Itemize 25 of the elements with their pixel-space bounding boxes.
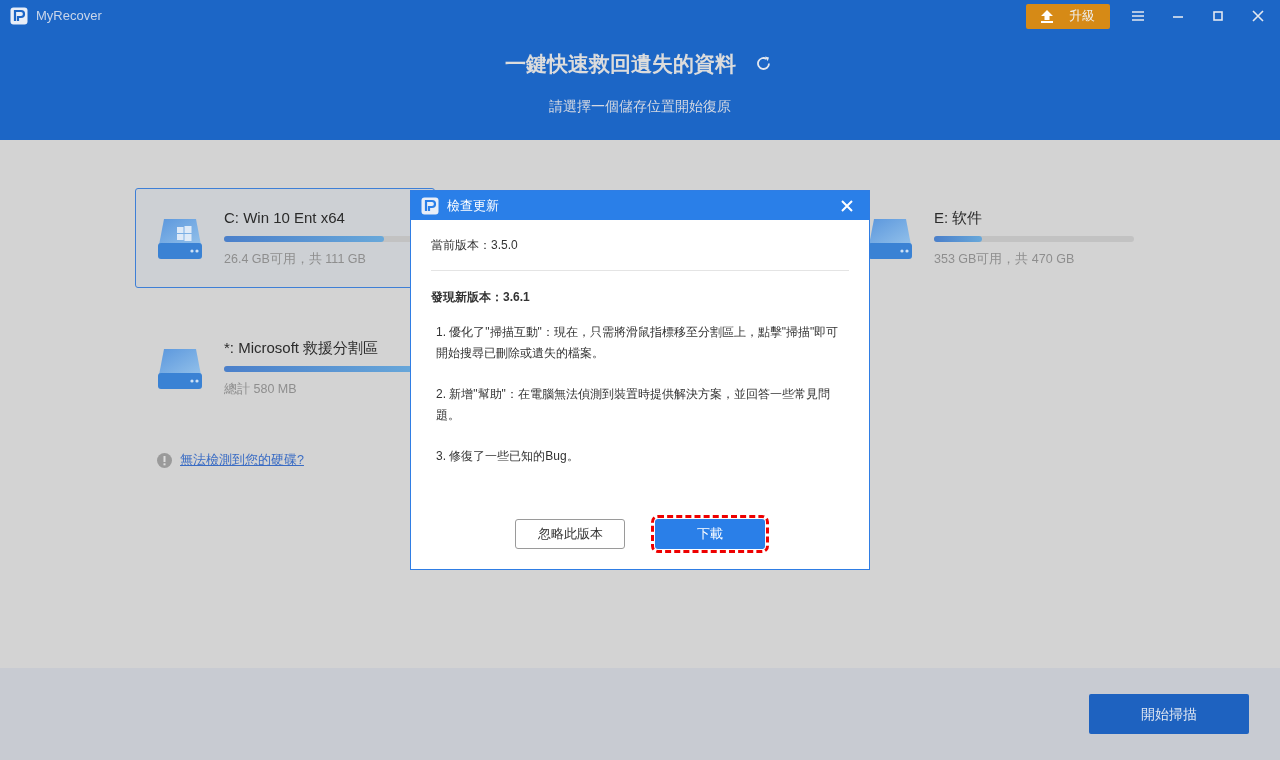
help-link[interactable]: 無法檢測到您的硬碟? [180, 451, 304, 470]
release-note: 1. 優化了"掃描互動"：現在，只需將滑鼠指標移至分割區上，點擊"掃描"即可開始搜尋已刪除或遺失的檔案。 [436, 324, 840, 362]
release-note: 3. 修復了一些已知的Bug。 [436, 448, 580, 465]
release-note: 2. 新增"幫助"：在電腦無法偵測到裝置時提供解決方案，並回答一些常見問題。 [436, 386, 831, 424]
drive-card[interactable]: E: 软件 353 GB可用，共 470 GB [845, 188, 1145, 288]
header-title: 一鍵快速救回遺失的資料 [504, 51, 736, 77]
drive-name: *: Microsoft 救援分割區 [224, 338, 380, 359]
drive-name: E: 软件 [934, 208, 984, 229]
info-icon [157, 452, 172, 468]
new-version: 發現新版本：3.6.1 [431, 289, 531, 306]
drive-info: 26.4 GB可用，共 111 GB [224, 250, 367, 268]
app-logo-icon [421, 196, 439, 215]
hard-drive-icon [868, 217, 912, 259]
app-title: MyRecover [36, 7, 102, 26]
drive-info: 353 GB可用，共 470 GB [934, 250, 1076, 268]
ignore-version-button[interactable]: 忽略此版本 [515, 519, 625, 549]
start-scan-button[interactable]: 開始掃描 [1089, 694, 1249, 734]
header-subtitle: 請選擇一個儲存位置開始復原 [549, 96, 731, 116]
drive-name: C: Win 10 Ent x64 [224, 208, 346, 229]
dialog-title: 檢查更新 [447, 196, 499, 215]
drive-info: 總計 580 MB [224, 380, 298, 398]
app-logo-icon [10, 7, 28, 25]
hard-drive-icon [158, 217, 202, 259]
upload-icon [1041, 9, 1053, 23]
hard-drive-icon [158, 347, 202, 389]
